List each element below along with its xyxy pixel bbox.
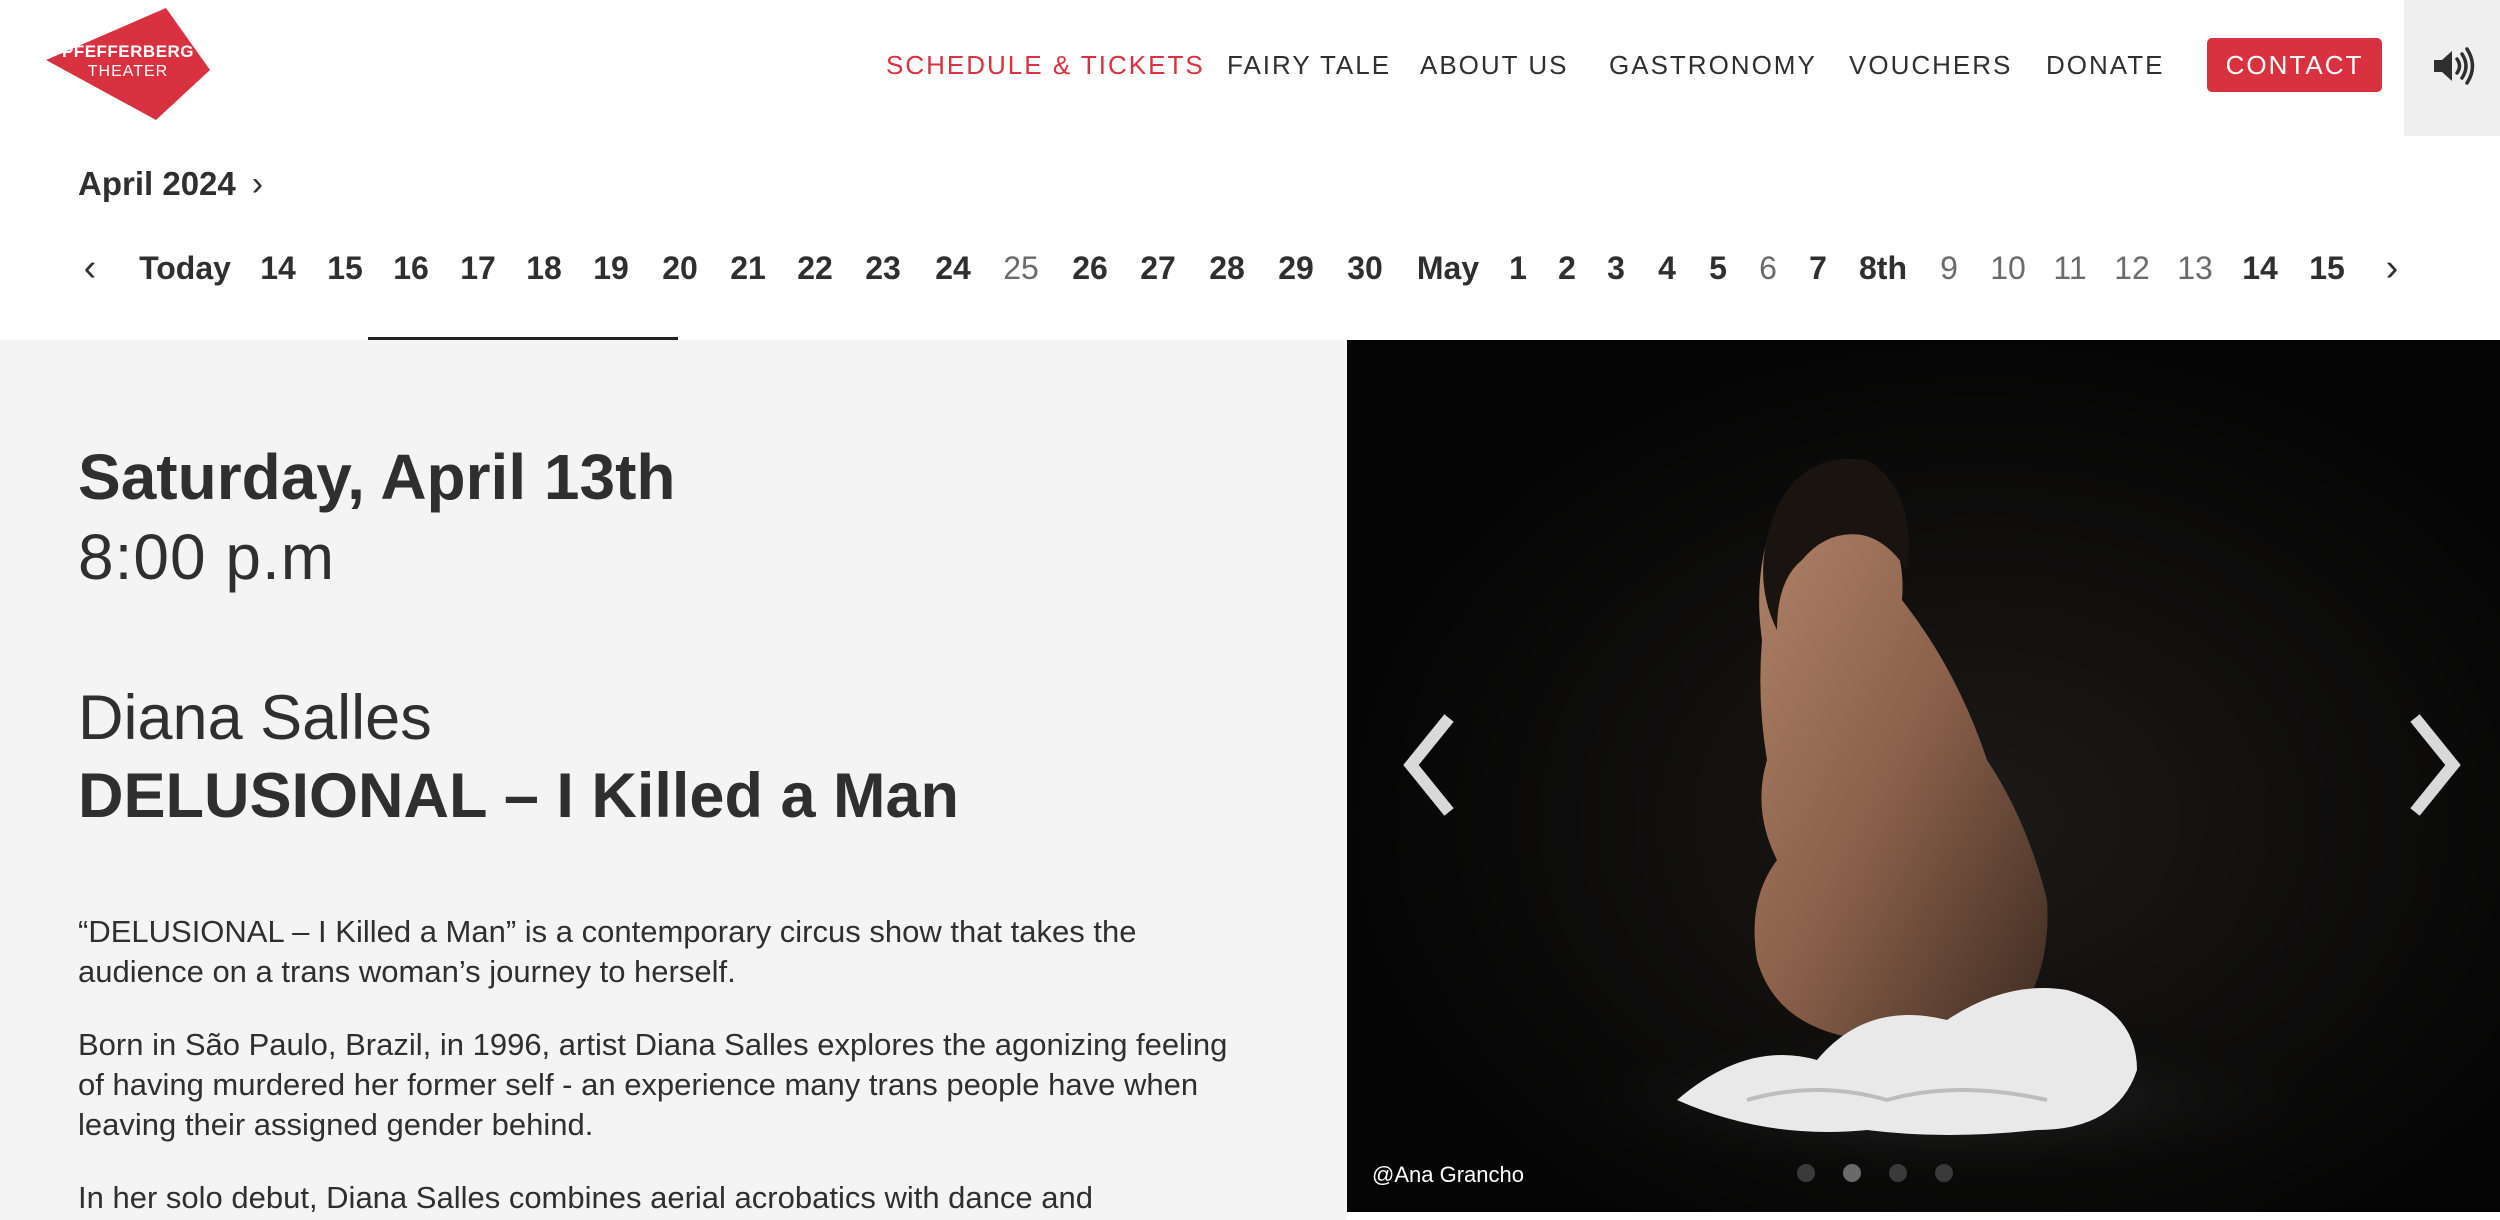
date-item[interactable]: 3 (1607, 240, 1625, 296)
gallery-prev-button[interactable] (1397, 710, 1467, 820)
nav-vouchers[interactable]: VOUCHERS (1849, 36, 2012, 94)
gallery-dot[interactable] (1797, 1164, 1815, 1182)
date-item[interactable]: 30 (1347, 240, 1383, 296)
sound-toggle-button[interactable] (2404, 0, 2500, 136)
nav-fairy-tale[interactable]: FAIRY TALE (1227, 36, 1391, 94)
event-description-3: In her solo debut, Diana Salles combines… (78, 1180, 1093, 1215)
gallery-next-button[interactable] (2397, 710, 2467, 820)
date-item[interactable]: 15 (2309, 240, 2345, 296)
chevron-left-icon[interactable]: ‹ (84, 240, 97, 296)
nav-schedule-tickets[interactable]: SCHEDULE & TICKETS (886, 36, 1205, 94)
date-item[interactable]: 27 (1140, 240, 1176, 296)
speaker-icon (2434, 47, 2475, 85)
date-item[interactable]: 7 (1809, 240, 1827, 296)
date-item[interactable]: 29 (1278, 240, 1314, 296)
gallery-dot[interactable] (1935, 1164, 1953, 1182)
logo-line-2: THEATER (87, 63, 169, 80)
date-item[interactable]: 20 (662, 240, 698, 296)
nav-gastronomy[interactable]: GASTRONOMY (1609, 36, 1817, 94)
date-item[interactable]: Today (139, 240, 231, 296)
date-item: 13 (2177, 250, 2213, 286)
image-gallery: @Ana Grancho (1347, 340, 2500, 1212)
date-item[interactable]: 23 (865, 240, 901, 296)
chevron-right-icon[interactable]: › (2386, 240, 2399, 296)
date-item: 9 (1940, 250, 1958, 286)
contact-button[interactable]: CONTACT (2207, 38, 2382, 92)
date-item[interactable]: 15 (327, 240, 363, 296)
date-item: 6 (1759, 250, 1777, 286)
date-item[interactable]: 22 (797, 240, 833, 296)
gallery-dot[interactable] (1889, 1164, 1907, 1182)
date-item[interactable]: 14 (260, 240, 296, 296)
date-item: 25 (1003, 250, 1039, 286)
performer-photo (1347, 340, 2500, 1212)
date-item[interactable]: 17 (460, 240, 496, 296)
nav-donate[interactable]: DONATE (2046, 36, 2164, 94)
date-item[interactable]: 21 (730, 240, 766, 296)
chevron-right-icon: › (251, 165, 264, 203)
date-item[interactable]: 26 (1072, 240, 1108, 296)
date-item: 10 (1990, 250, 2026, 286)
event-description-1: “DELUSIONAL – I Killed a Man” is a conte… (78, 914, 1137, 989)
event-date: Saturday, April 13th (78, 441, 676, 513)
date-strip: ‹ Today 14 15 16 17 18 19 20 21 22 23 24 25 26 27 28 29 3… (0, 240, 2500, 296)
logo[interactable]: PFEFFERBERG THEATER (46, 8, 210, 120)
chevron-right-icon (2410, 714, 2461, 816)
date-item[interactable]: 8th (1859, 240, 1907, 296)
month-label: April 2024 (78, 165, 236, 202)
site-header: PFEFFERBERG THEATER SCHEDULE & TICKETS F… (0, 0, 2500, 136)
event-artist: Diana Salles (78, 683, 432, 753)
date-item[interactable]: 18 (526, 240, 562, 296)
date-item[interactable]: 19 (593, 240, 629, 296)
event-title: DELUSIONAL – I Killed a Man (78, 761, 959, 831)
date-item[interactable]: May (1417, 240, 1479, 296)
date-item[interactable]: 2 (1558, 240, 1576, 296)
gallery-dot[interactable] (1843, 1164, 1861, 1182)
date-item[interactable]: 28 (1209, 240, 1245, 296)
logo-line-1: PFEFFERBERG (61, 42, 195, 61)
date-item[interactable]: 1 (1509, 240, 1527, 296)
date-item: 11 (2053, 250, 2087, 286)
event-time: 8:00 p.m (78, 521, 336, 593)
date-item[interactable]: 4 (1658, 240, 1676, 296)
event-description-2: Born in São Paulo, Brazil, in 1996, arti… (78, 1027, 1228, 1142)
logo-text: PFEFFERBERG THEATER (46, 42, 210, 82)
photo-credit: @Ana Grancho (1372, 1162, 1524, 1187)
chevron-left-icon (1403, 714, 1454, 816)
date-item: 12 (2114, 250, 2150, 286)
nav-about-us[interactable]: ABOUT US (1420, 36, 1568, 94)
date-item[interactable]: 24 (935, 240, 971, 296)
month-selector[interactable]: April 2024 › (78, 160, 263, 208)
date-item[interactable]: 5 (1709, 240, 1727, 296)
date-item[interactable]: 16 (393, 240, 429, 296)
date-item[interactable]: 14 (2242, 240, 2278, 296)
